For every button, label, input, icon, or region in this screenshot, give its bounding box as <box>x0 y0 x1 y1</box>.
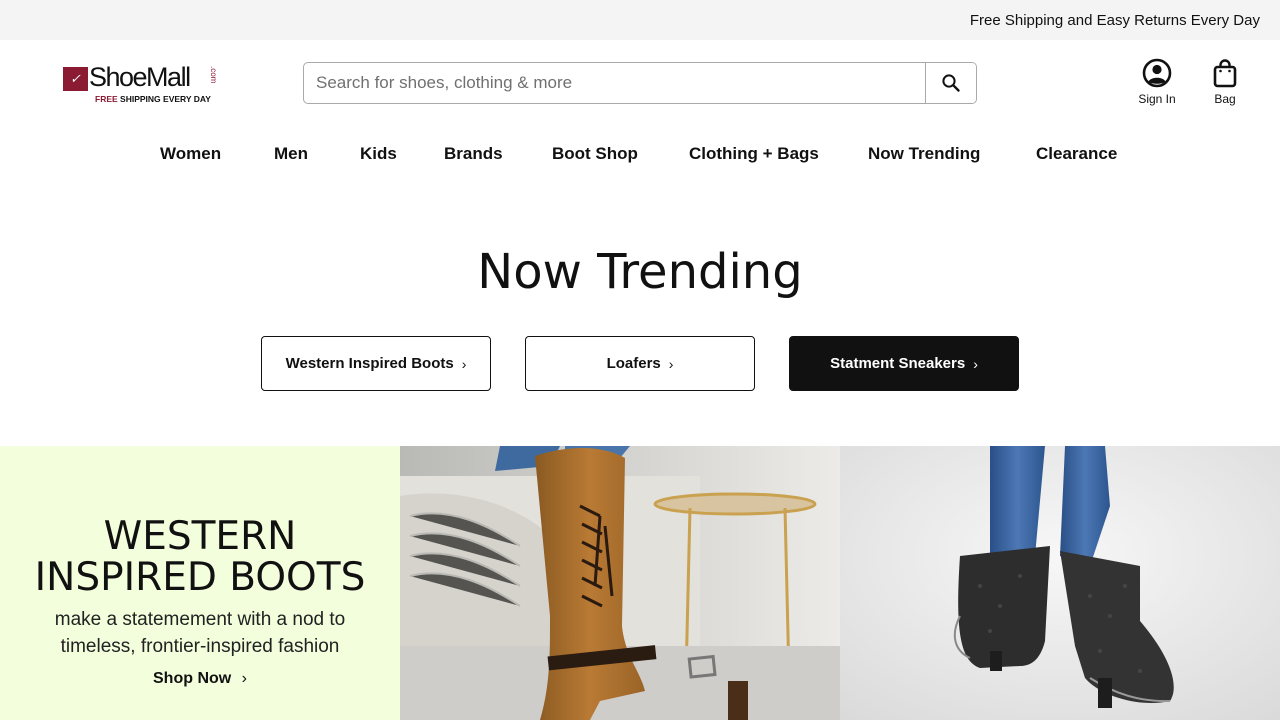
logo-wordmark: ShoeMall <box>89 62 191 92</box>
logo-suffix: .com <box>209 66 218 84</box>
logo-tag-rest: SHIPPING EVERY DAY <box>120 94 211 104</box>
chevron-right-icon: › <box>241 670 247 687</box>
promo-bar: Free Shipping and Easy Returns Every Day <box>0 0 1280 40</box>
search-input[interactable] <box>304 63 925 103</box>
hero-title-line2: INSPIRED BOOTS <box>34 555 366 600</box>
page-title: Now Trending <box>477 244 803 300</box>
nav-item-now-trending[interactable]: Now Trending <box>868 144 980 164</box>
main-nav: Women Men Kids Brands Boot Shop Clothing… <box>0 126 1280 182</box>
chevron-right-icon: › <box>973 355 978 372</box>
nav-item-men[interactable]: Men <box>274 144 308 164</box>
chip-loafers[interactable]: Loafers › <box>525 336 755 391</box>
bag-label: Bag <box>1214 92 1236 106</box>
search-icon <box>942 74 960 92</box>
logo-mark-icon: ✓ <box>63 67 88 91</box>
promo-text: Free Shipping and Easy Returns Every Day <box>969 11 1260 29</box>
search-button[interactable] <box>925 63 976 103</box>
sign-in-button[interactable]: Sign In <box>1131 58 1183 114</box>
shop-now-label: Shop Now <box>153 670 232 687</box>
chip-label: Western Inspired Boots <box>285 355 454 372</box>
black-boot-photo <box>840 446 1280 720</box>
hero-title: WESTERN INSPIRED BOOTS <box>0 516 400 598</box>
sign-in-label: Sign In <box>1138 92 1176 106</box>
bag-button[interactable]: Bag <box>1203 58 1247 114</box>
hero-banner: WESTERN INSPIRED BOOTS make a statememen… <box>0 446 1280 720</box>
logo-tagline: FREE SHIPPING EVERY DAY <box>95 94 211 104</box>
chip-label: Statment Sneakers <box>830 355 966 372</box>
chip-statment-sneakers[interactable]: Statment Sneakers › <box>789 336 1019 391</box>
hero-image-brown-boot[interactable] <box>400 446 840 720</box>
nav-item-clothing-bags[interactable]: Clothing + Bags <box>689 144 819 164</box>
nav-item-boot-shop[interactable]: Boot Shop <box>552 144 638 164</box>
shopping-bag-icon <box>1213 59 1237 88</box>
chevron-right-icon: › <box>668 355 674 372</box>
shop-now-link[interactable]: Shop Now › <box>0 670 400 688</box>
hero-title-line1: WESTERN <box>103 514 297 559</box>
chip-label: Loafers <box>606 355 661 372</box>
hero-subtitle: make a statemement with a nod to timeles… <box>54 609 346 657</box>
site-header: ✓ ShoeMall .com FREE SHIPPING EVERY DAY … <box>0 40 1280 126</box>
nav-item-brands[interactable]: Brands <box>444 144 503 164</box>
hero-text-panel: WESTERN INSPIRED BOOTS make a statememen… <box>0 446 400 720</box>
user-circle-icon <box>1142 58 1172 88</box>
nav-item-clearance[interactable]: Clearance <box>1036 144 1117 164</box>
chip-western-inspired-boots[interactable]: Western Inspired Boots › <box>261 336 491 391</box>
nav-item-women[interactable]: Women <box>160 144 221 164</box>
logo-tag-free: FREE <box>95 94 118 104</box>
chevron-right-icon: › <box>461 355 467 372</box>
hero-image-black-boot[interactable] <box>840 446 1280 720</box>
shoemall-logo[interactable]: ✓ ShoeMall .com FREE SHIPPING EVERY DAY <box>63 62 219 108</box>
brown-boot-photo <box>400 446 840 720</box>
search-bar <box>303 62 977 104</box>
nav-item-kids[interactable]: Kids <box>360 144 397 164</box>
